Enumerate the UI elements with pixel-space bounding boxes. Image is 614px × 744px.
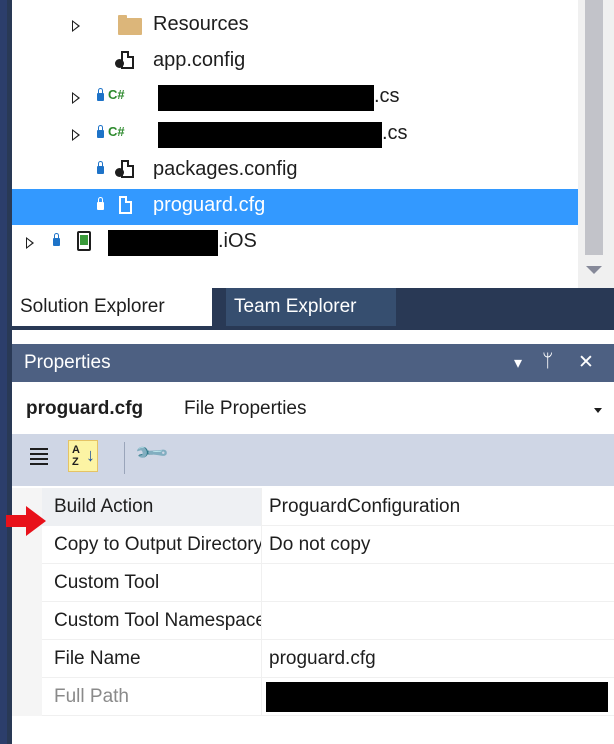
tree-item-label: .cs — [374, 85, 400, 107]
property-row-custom-tool[interactable]: Custom Tool — [12, 564, 614, 602]
expand-arrow-icon[interactable] — [72, 20, 80, 32]
pin-icon[interactable]: ᛘ — [542, 351, 553, 373]
tree-item-label: .iOS — [218, 230, 257, 252]
csharp-file-icon: C# — [108, 87, 125, 102]
red-arrow-annotation-icon — [6, 506, 46, 536]
property-name: Build Action — [42, 488, 262, 526]
gear-icon — [115, 168, 124, 177]
explorer-tab-strip: Solution Explorer Team Explorer — [12, 288, 614, 330]
property-value[interactable]: ProguardConfiguration — [263, 488, 613, 526]
panel-bottom — [12, 721, 614, 744]
tree-item-label: proguard.cfg — [153, 194, 266, 216]
tree-item-label: Resources — [153, 13, 249, 35]
properties-toolbar: AZ ↓ 🔧 — [12, 434, 614, 486]
tree-item-app-config[interactable]: app.config — [12, 44, 578, 80]
properties-title-bar: Properties ▾ ᛘ ✕ — [12, 344, 614, 382]
folder-icon — [118, 15, 142, 35]
property-value[interactable] — [263, 564, 613, 602]
property-value[interactable]: Do not copy — [263, 526, 613, 564]
row-gutter — [12, 678, 42, 716]
tree-item-proguard-cfg[interactable]: proguard.cfg — [12, 189, 578, 225]
object-selector[interactable]: proguard.cfg File Properties — [12, 382, 614, 434]
tree-item-label: app.config — [153, 49, 246, 71]
row-gutter — [12, 640, 42, 678]
panel-title: Properties — [24, 352, 111, 373]
scrollbar-thumb[interactable] — [585, 0, 603, 255]
categorized-icon — [30, 447, 48, 465]
redacted-filename — [158, 122, 382, 148]
property-row-full-path[interactable]: Full Path — [12, 678, 614, 716]
expand-arrow-icon[interactable] — [72, 129, 80, 141]
property-name: Custom Tool Namespace — [42, 602, 262, 640]
property-value[interactable]: proguard.cfg — [263, 640, 613, 678]
lock-icon — [97, 125, 104, 138]
lock-icon — [53, 233, 60, 246]
alphabetical-button[interactable]: AZ ↓ — [68, 440, 98, 472]
tree-item-resources[interactable]: Resources — [12, 8, 578, 44]
property-name: Custom Tool — [42, 564, 262, 602]
tree-item-cs-file-2[interactable]: C# .cs — [12, 117, 578, 153]
tab-solution-explorer[interactable]: Solution Explorer — [12, 288, 212, 326]
file-icon — [119, 196, 132, 214]
close-icon[interactable]: ✕ — [578, 351, 594, 374]
sort-arrow-icon: ↓ — [86, 445, 95, 465]
redacted-project-name — [108, 230, 218, 256]
tree-item-packages-config[interactable]: packages.config — [12, 153, 578, 189]
tab-team-explorer[interactable]: Team Explorer — [226, 288, 396, 326]
csharp-file-icon: C# — [108, 124, 125, 139]
property-name: File Name — [42, 640, 262, 678]
property-row-custom-tool-namespace[interactable]: Custom Tool Namespace — [12, 602, 614, 640]
property-value[interactable] — [263, 602, 613, 640]
sort-az-icon: AZ — [72, 444, 80, 468]
row-gutter — [12, 564, 42, 602]
redacted-path — [266, 682, 608, 712]
tree-item-ios-project[interactable]: .iOS — [12, 225, 578, 261]
gear-icon — [115, 59, 124, 68]
property-row-file-name[interactable]: File Name proguard.cfg — [12, 640, 614, 678]
lock-icon — [97, 197, 104, 210]
tree-item-label: packages.config — [153, 158, 298, 180]
property-name: Full Path — [42, 678, 262, 716]
chevron-down-icon[interactable] — [594, 408, 602, 413]
lock-icon — [97, 88, 104, 101]
property-row-copy-to-output[interactable]: Copy to Output Directory Do not copy — [12, 526, 614, 564]
categorized-button[interactable] — [24, 440, 54, 472]
wrench-icon[interactable]: 🔧 — [133, 434, 171, 472]
toolbar-separator — [124, 442, 125, 474]
lock-icon — [97, 161, 104, 174]
property-grid: Build Action ProguardConfiguration Copy … — [12, 486, 614, 721]
scroll-down-icon[interactable] — [586, 266, 602, 274]
object-name: proguard.cfg — [26, 398, 144, 419]
expand-arrow-icon[interactable] — [72, 92, 80, 104]
object-type: File Properties — [184, 398, 307, 419]
expand-arrow-icon[interactable] — [26, 237, 34, 249]
redacted-filename — [158, 85, 374, 111]
solution-explorer-tree: Resources app.config C# .cs C# .cs packa… — [12, 0, 578, 288]
tree-item-cs-file-1[interactable]: C# .cs — [12, 80, 578, 116]
tree-item-label: .cs — [382, 122, 408, 144]
property-name: Copy to Output Directory — [42, 526, 262, 564]
dropdown-icon[interactable]: ▾ — [514, 353, 522, 373]
row-gutter — [12, 602, 42, 640]
ios-project-icon — [77, 231, 91, 251]
property-row-build-action[interactable]: Build Action ProguardConfiguration — [12, 488, 614, 526]
